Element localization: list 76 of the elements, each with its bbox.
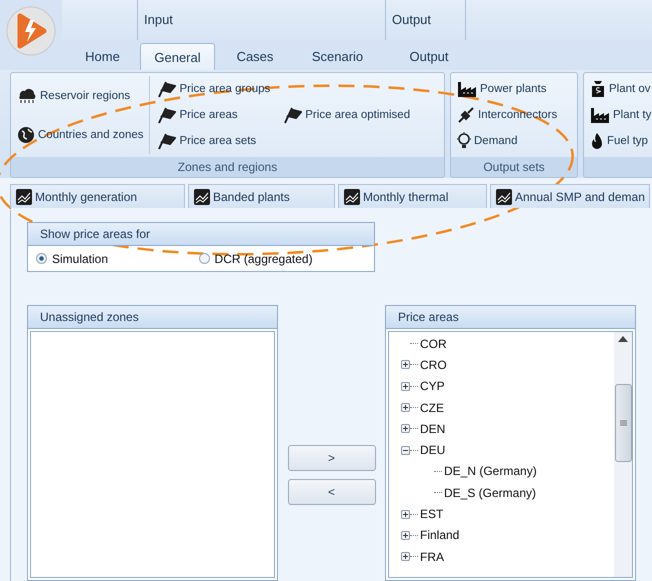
grip-icon — [620, 420, 626, 426]
ribbon-button[interactable]: Fuel typ — [588, 130, 652, 152]
panel-title: Unassigned zones — [40, 310, 139, 324]
tree-item[interactable]: EST — [420, 507, 444, 522]
group-header: Input — [144, 12, 173, 27]
ribbon-button[interactable]: Price areas — [154, 104, 272, 126]
chart-icon — [496, 188, 512, 204]
ribbon-button[interactable]: Reservoir regions — [15, 84, 146, 106]
tree-item[interactable]: DEN — [420, 422, 446, 436]
expand-toggle[interactable] — [401, 360, 410, 370]
tree-item[interactable]: DE_S (Germany) — [444, 486, 536, 500]
globe-icon — [17, 126, 35, 144]
bulb-icon — [457, 132, 471, 150]
tree-item[interactable]: Finland — [420, 528, 460, 542]
expand-toggle[interactable] — [401, 530, 410, 540]
ribbon-button[interactable]: Demand — [455, 130, 560, 152]
flag-icon — [156, 80, 176, 98]
app-logo[interactable] — [6, 6, 56, 56]
ribbon-tab[interactable]: Home — [65, 43, 140, 70]
flag-icon — [156, 132, 176, 150]
ribbon-button[interactable]: Plant ov — [588, 78, 652, 100]
tree-item[interactable]: FRA — [420, 550, 444, 564]
tree-item[interactable]: CRO — [420, 358, 447, 372]
money-bag-icon — [590, 80, 606, 98]
ribbon-button[interactable]: Price area sets — [154, 130, 272, 152]
radio-label: DCR (aggregated) — [214, 252, 313, 266]
expand-toggle[interactable] — [401, 510, 410, 519]
document-tab[interactable]: Monthly thermal — [338, 184, 487, 208]
chart-icon — [344, 188, 360, 204]
group-title: Zones and regions — [178, 160, 278, 174]
cloud-icon — [17, 88, 37, 104]
ribbon-button[interactable]: Power plants — [455, 78, 560, 100]
ribbon-tab[interactable]: General — [140, 43, 215, 70]
ribbon-button[interactable]: Plant ty — [588, 104, 652, 126]
tree-item[interactable]: DEU — [420, 443, 446, 458]
expand-toggle[interactable] — [401, 552, 410, 562]
ribbon-tab[interactable]: Cases — [215, 43, 295, 70]
move-button[interactable]: < — [288, 479, 376, 505]
factory-icon — [457, 81, 477, 97]
expand-toggle[interactable] — [401, 403, 410, 412]
flag-icon — [156, 106, 176, 124]
expand-toggle[interactable] — [401, 382, 410, 391]
move-button[interactable]: > — [288, 445, 376, 471]
tree-item[interactable]: CYP — [420, 379, 445, 394]
ribbon-button[interactable]: Interconnectors — [455, 104, 560, 126]
radio-button[interactable] — [36, 253, 47, 264]
group-title-bar — [584, 157, 652, 177]
factory-icon — [590, 107, 610, 123]
flag-icon — [282, 106, 302, 124]
chart-icon — [16, 188, 32, 204]
ribbon-button[interactable]: Countries and zones — [15, 124, 146, 146]
radio-button[interactable] — [198, 253, 210, 264]
document-tab[interactable]: Banded plants — [188, 184, 335, 208]
group-title: Show price areas for — [40, 227, 150, 241]
expand-toggle[interactable] — [401, 424, 410, 434]
ribbon-tab[interactable]: Output — [388, 43, 470, 70]
scrollbar[interactable] — [614, 332, 632, 577]
radio-option[interactable]: Simulation — [36, 252, 199, 266]
collapse-toggle[interactable] — [401, 446, 410, 455]
flame-icon — [590, 132, 604, 150]
ribbon-tab[interactable]: Scenario — [295, 43, 380, 70]
tree-item[interactable]: CZE — [420, 400, 444, 415]
radio-option[interactable]: DCR (aggregated) — [198, 252, 366, 266]
scroll-up-icon[interactable] — [618, 336, 628, 342]
panel-title: Price areas — [398, 310, 459, 324]
radio-label: Simulation — [52, 252, 108, 266]
ribbon-button[interactable]: Price area optimised — [280, 104, 412, 126]
plug-icon — [457, 106, 475, 124]
tree-item[interactable]: DE_N (Germany) — [444, 464, 537, 478]
document-tab[interactable]: Monthly generation — [10, 184, 185, 208]
document-tab[interactable]: Annual SMP and deman — [490, 184, 650, 208]
tree-item[interactable]: COR — [420, 336, 447, 351]
group-title: Output sets — [483, 160, 545, 174]
scrollbar-thumb[interactable] — [614, 384, 632, 462]
group-header: Output — [392, 12, 432, 27]
chart-icon — [194, 188, 210, 204]
